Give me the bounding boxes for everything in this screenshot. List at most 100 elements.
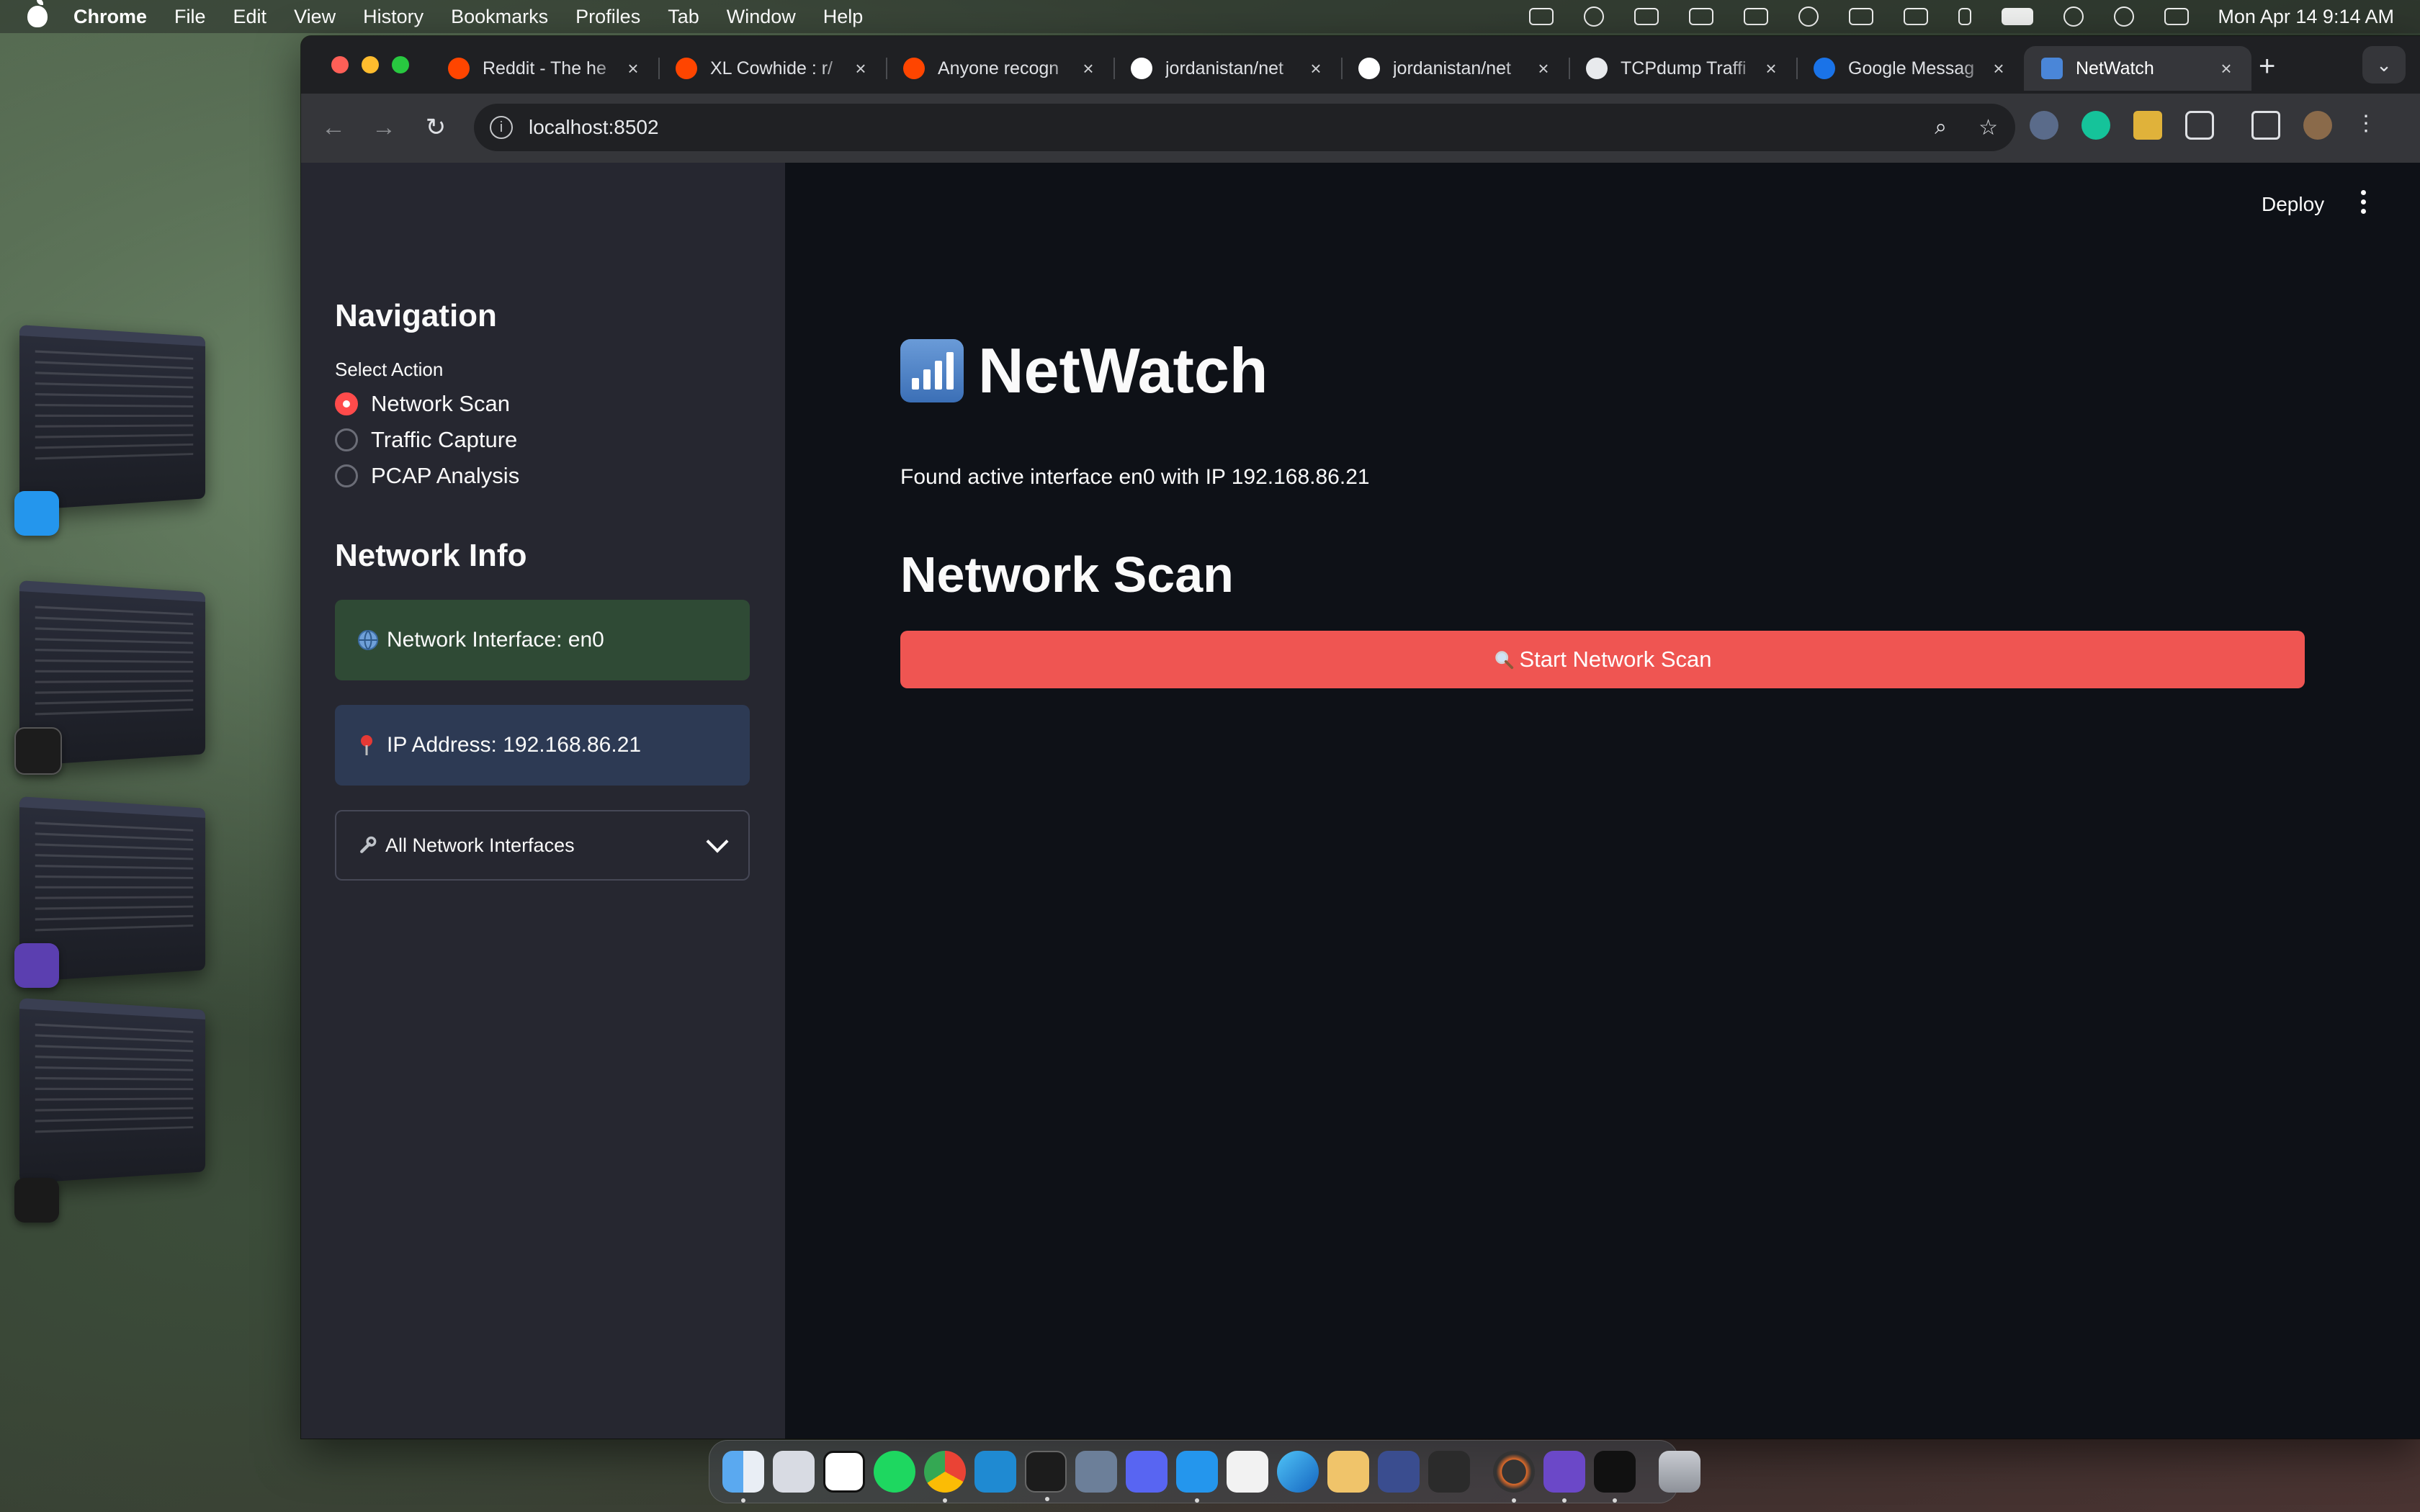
wifi-icon[interactable] xyxy=(2063,6,2084,27)
notion-icon[interactable] xyxy=(823,1451,865,1493)
tab-title: Google Messag xyxy=(1848,58,1975,78)
forward-button[interactable]: → xyxy=(367,111,400,144)
bluetooth-icon[interactable] xyxy=(1958,8,1972,25)
launchpad-icon[interactable] xyxy=(773,1451,815,1493)
grammarly-extension-icon[interactable] xyxy=(2030,111,2058,140)
close-window-button[interactable] xyxy=(331,56,349,73)
tab-reddit-cowhide[interactable]: XL Cowhide : r/ × xyxy=(658,46,886,91)
browser-toolbar: ← → ↻ i localhost:8502 ⌕ ☆ ⋮ xyxy=(301,94,2420,166)
grammarly-icon[interactable] xyxy=(1584,6,1605,27)
tabs: Reddit - The he × XL Cowhide : r/ × Anyo… xyxy=(431,46,2251,91)
ollama-icon[interactable] xyxy=(1227,1451,1268,1493)
zoom-icon[interactable]: ⌕ xyxy=(1935,115,1947,140)
tab-reddit-anyone[interactable]: Anyone recogn × xyxy=(886,46,1113,91)
apple-menu-icon[interactable] xyxy=(27,0,48,27)
new-tab-button[interactable]: + xyxy=(2259,52,2275,81)
stage-manager-window-streamlit[interactable] xyxy=(19,998,206,1184)
address-bar[interactable]: i localhost:8502 ⌕ ☆ xyxy=(474,104,2015,151)
tab-google-messages[interactable]: Google Messag × xyxy=(1796,46,2024,91)
stage-manager-window-docker[interactable] xyxy=(19,325,206,510)
extensions-puzzle-icon[interactable] xyxy=(2185,111,2214,140)
deploy-button[interactable]: Deploy xyxy=(2262,193,2324,216)
profile-avatar[interactable] xyxy=(2303,111,2332,140)
menu-history[interactable]: History xyxy=(363,6,424,28)
menu-bar-clock[interactable]: Mon Apr 14 9:14 AM xyxy=(2218,6,2394,28)
main-menu-icon[interactable] xyxy=(2361,190,2367,218)
control-center-icon[interactable] xyxy=(2164,8,2190,25)
close-tab-icon[interactable]: × xyxy=(1079,58,1098,80)
display-icon[interactable] xyxy=(1904,8,1929,25)
vscode-icon[interactable] xyxy=(974,1451,1016,1493)
docker-icon[interactable] xyxy=(1176,1451,1218,1503)
starry-app-icon[interactable] xyxy=(1378,1451,1420,1493)
menu-help[interactable]: Help xyxy=(823,6,864,28)
obsidian-icon[interactable] xyxy=(1543,1451,1585,1503)
terminal-icon[interactable] xyxy=(1025,1451,1067,1501)
tab-title: Anyone recogn xyxy=(938,58,1059,78)
trash-icon[interactable] xyxy=(1659,1451,1700,1493)
streamlit-icon[interactable] xyxy=(1594,1451,1636,1503)
menu-window[interactable]: Window xyxy=(727,6,796,28)
finder-icon[interactable] xyxy=(722,1451,764,1503)
warp-icon[interactable] xyxy=(1277,1451,1319,1493)
reload-button[interactable]: ↻ xyxy=(419,111,452,144)
pushpin-icon xyxy=(361,735,372,755)
action-radio-group: Network Scan Traffic Capture PCAP Analys… xyxy=(335,391,751,489)
note-extension-icon[interactable] xyxy=(2133,111,2162,140)
xcode-simulator-icon[interactable] xyxy=(1075,1451,1117,1493)
page-title: NetWatch xyxy=(900,334,1268,408)
discord-icon[interactable] xyxy=(1126,1451,1168,1493)
close-tab-icon[interactable]: × xyxy=(1989,58,2008,80)
tab-netwatch[interactable]: NetWatch × xyxy=(2024,46,2251,91)
menu-file[interactable]: File xyxy=(174,6,206,28)
tab-search-button[interactable]: ⌄ xyxy=(2362,46,2406,84)
close-tab-icon[interactable]: × xyxy=(624,58,642,80)
volume-icon[interactable] xyxy=(1849,8,1874,25)
tab-github-1[interactable]: jordanistan/net × xyxy=(1113,46,1341,91)
docker-icon[interactable] xyxy=(1529,8,1554,25)
back-button[interactable]: ← xyxy=(317,111,350,144)
menu-app-name[interactable]: Chrome xyxy=(73,6,147,28)
close-tab-icon[interactable]: × xyxy=(1307,58,1325,80)
url-text[interactable]: localhost:8502 xyxy=(529,116,659,139)
radio-pcap-analysis[interactable]: PCAP Analysis xyxy=(335,463,751,489)
radio-traffic-capture[interactable]: Traffic Capture xyxy=(335,427,751,453)
radio-network-scan[interactable]: Network Scan xyxy=(335,391,751,417)
menu-edit[interactable]: Edit xyxy=(233,6,267,28)
coffee-icon[interactable] xyxy=(1634,8,1659,25)
menu-tab[interactable]: Tab xyxy=(668,6,699,28)
menu-bookmarks[interactable]: Bookmarks xyxy=(451,6,548,28)
all-interfaces-expander[interactable]: All Network Interfaces xyxy=(335,810,750,881)
close-tab-icon[interactable]: × xyxy=(1762,58,1780,80)
close-tab-icon[interactable]: × xyxy=(851,58,870,80)
menu-profiles[interactable]: Profiles xyxy=(575,6,640,28)
close-tab-icon[interactable]: × xyxy=(2217,58,2236,80)
grid-app-icon[interactable] xyxy=(1428,1451,1470,1493)
tab-reddit-home[interactable]: Reddit - The he × xyxy=(431,46,658,91)
site-info-icon[interactable]: i xyxy=(490,116,513,139)
time-machine-icon[interactable] xyxy=(1798,6,1819,27)
tab-github-2[interactable]: jordanistan/net × xyxy=(1341,46,1569,91)
battery-icon[interactable] xyxy=(2002,8,2034,25)
radio-label: Network Scan xyxy=(371,391,510,416)
glasses-icon[interactable] xyxy=(1689,8,1714,25)
zoom-window-button[interactable] xyxy=(392,56,409,73)
signal-bars-icon xyxy=(2041,58,2063,79)
tab-tcpdump[interactable]: TCPdump Traffi × xyxy=(1569,46,1796,91)
battery-meter-icon[interactable] xyxy=(1744,8,1769,25)
cast-icon[interactable] xyxy=(2251,111,2280,140)
chrome-menu-icon[interactable]: ⋮ xyxy=(2355,111,2377,140)
cyberduck-icon[interactable] xyxy=(1327,1451,1369,1493)
grammarly-g-icon[interactable] xyxy=(2081,111,2110,140)
close-tab-icon[interactable]: × xyxy=(1534,58,1553,80)
spotify-icon[interactable] xyxy=(874,1451,915,1493)
bookmark-star-icon[interactable]: ☆ xyxy=(1978,115,1998,140)
docker-icon xyxy=(14,491,59,536)
minimize-window-button[interactable] xyxy=(362,56,379,73)
start-network-scan-button[interactable]: Start Network Scan xyxy=(900,631,2305,688)
chrome-icon[interactable] xyxy=(924,1451,966,1503)
spotlight-search-icon[interactable] xyxy=(2114,6,2135,27)
menu-view[interactable]: View xyxy=(294,6,336,28)
radio-indicator xyxy=(335,464,358,487)
instruments-icon[interactable] xyxy=(1493,1451,1535,1503)
